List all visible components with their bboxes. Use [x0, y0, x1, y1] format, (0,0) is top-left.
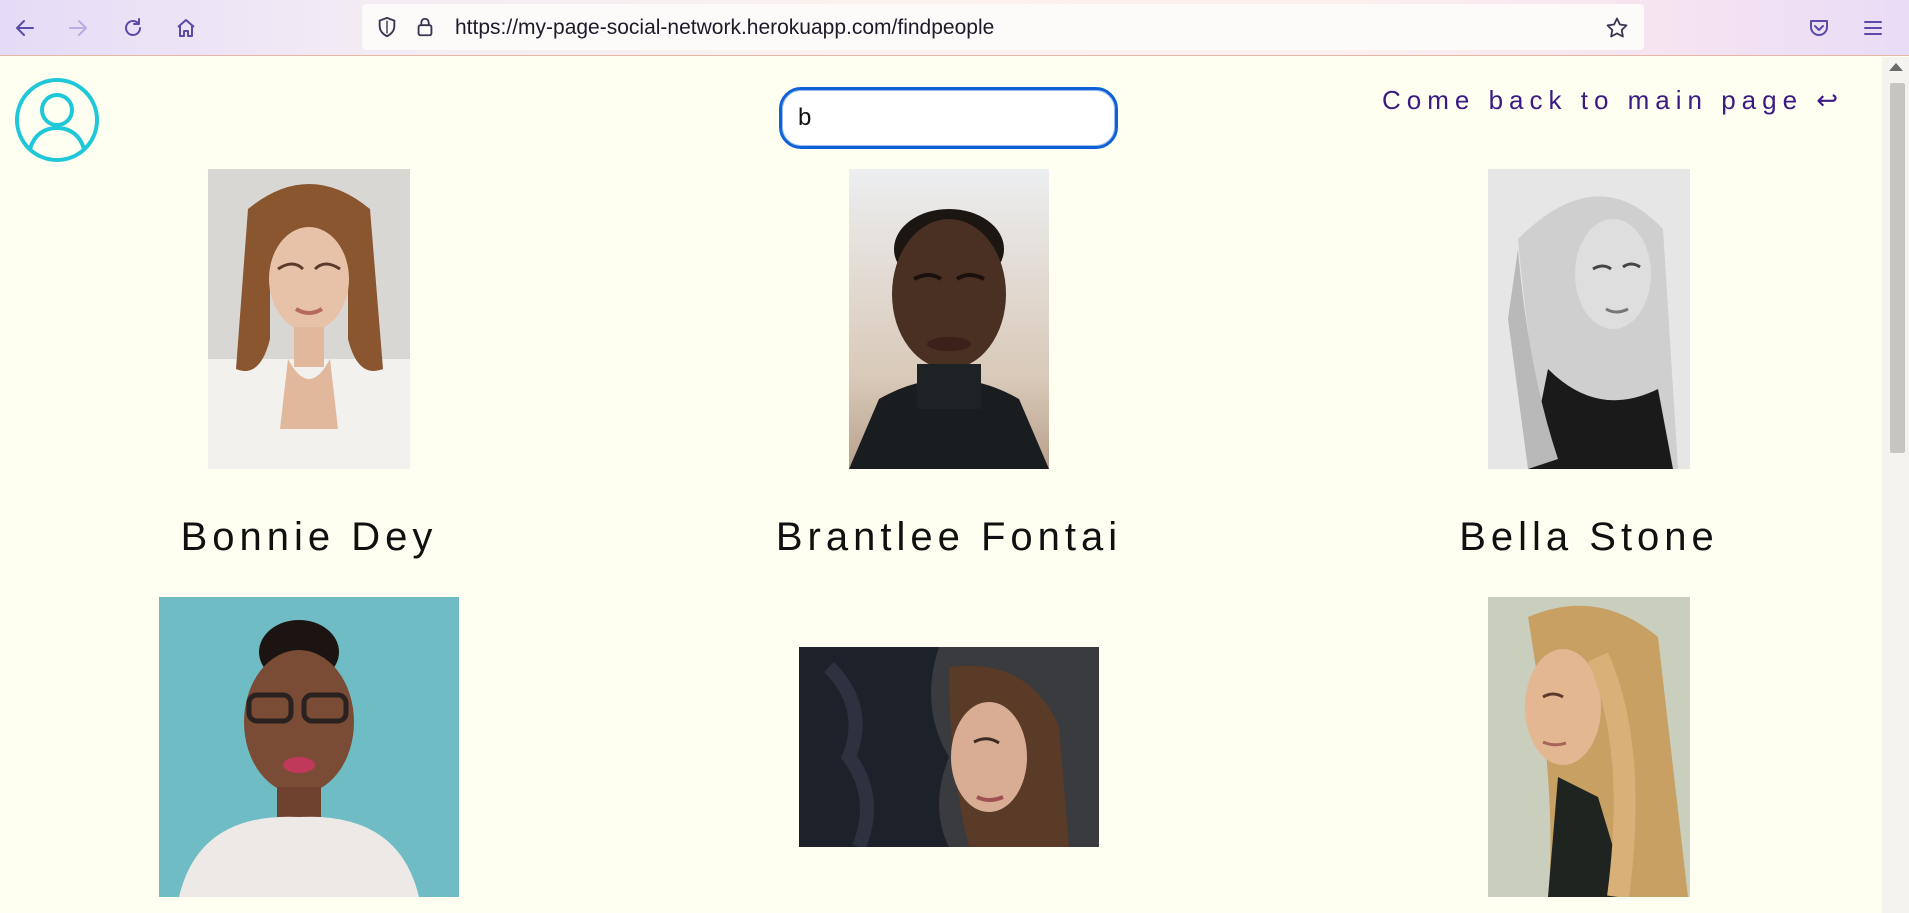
forward-arrow-icon[interactable]	[62, 12, 94, 44]
scroll-up-arrow-icon[interactable]	[1889, 63, 1903, 71]
scroll-thumb[interactable]	[1890, 83, 1905, 453]
home-icon[interactable]	[170, 12, 202, 44]
address-bar[interactable]: https://my-page-social-network.herokuapp…	[362, 4, 1644, 50]
person-name-bella-stone[interactable]: Bella Stone	[1339, 515, 1839, 560]
browser-toolbar: https://my-page-social-network.herokuapp…	[0, 0, 1909, 56]
lock-icon[interactable]	[414, 16, 436, 38]
person-photo-brantlee-fontai[interactable]	[849, 169, 1049, 469]
user-avatar-icon[interactable]	[14, 77, 100, 163]
page-scrollbar[interactable]	[1882, 57, 1909, 913]
menu-icon[interactable]	[1857, 12, 1889, 44]
shield-icon[interactable]	[376, 16, 398, 38]
person-photo-5[interactable]	[799, 647, 1099, 847]
person-name-brantlee-fontai[interactable]: Brantlee Fontai	[699, 515, 1199, 560]
reload-icon[interactable]	[117, 12, 149, 44]
url-text[interactable]: https://my-page-social-network.herokuapp…	[455, 16, 994, 40]
person-photo-6[interactable]	[1488, 597, 1690, 897]
back-to-main-link[interactable]: Come back to main page ↩	[1382, 85, 1844, 116]
person-name-bonnie-dey[interactable]: Bonnie Dey	[59, 515, 559, 560]
pocket-icon[interactable]	[1803, 12, 1835, 44]
back-arrow-icon[interactable]	[9, 12, 41, 44]
page-content: Come back to main page ↩	[0, 57, 1882, 913]
bookmark-star-icon[interactable]	[1605, 16, 1628, 38]
person-photo-4[interactable]	[159, 597, 459, 897]
search-input[interactable]	[779, 87, 1118, 149]
person-photo-bonnie-dey[interactable]	[208, 169, 410, 469]
person-photo-bella-stone[interactable]	[1488, 169, 1690, 469]
